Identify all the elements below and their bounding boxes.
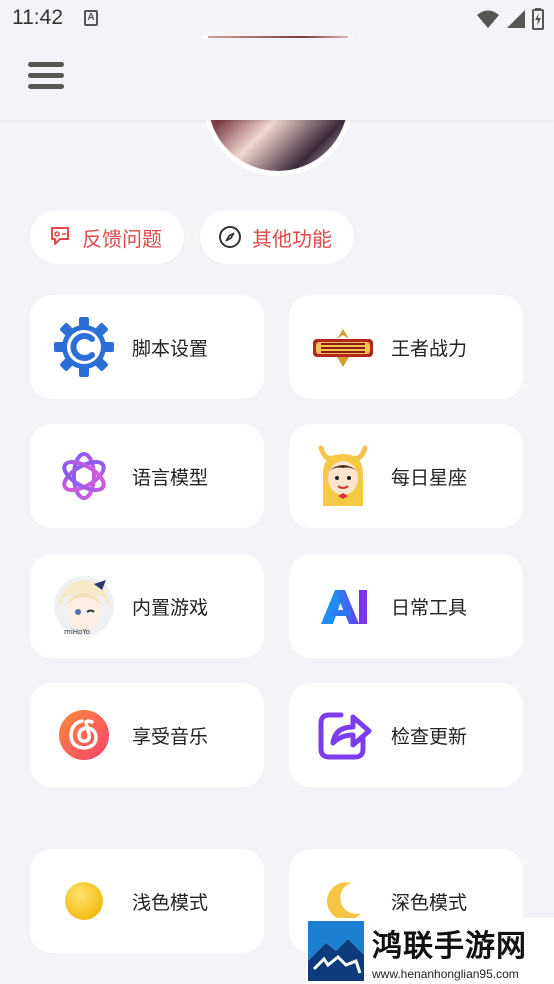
feedback-label: 反馈问题 xyxy=(82,226,162,251)
honor-power-card[interactable]: 王者战力 xyxy=(289,295,523,399)
watermark-url: www.henanhonglian95.com xyxy=(372,967,519,981)
language-model-card[interactable]: 语言模型 xyxy=(30,424,264,528)
app-bar xyxy=(0,38,554,120)
letter-a-logo-icon xyxy=(311,574,375,638)
battery-icon xyxy=(532,8,544,30)
daily-tools-card[interactable]: 日常工具 xyxy=(289,554,523,658)
check-update-label: 检查更新 xyxy=(391,725,468,748)
status-time: 11:42 xyxy=(12,6,63,29)
light-mode-label: 浅色模式 xyxy=(132,891,209,914)
light-mode-card[interactable]: 浅色模式 xyxy=(30,849,264,953)
honor-power-label: 王者战力 xyxy=(391,337,468,360)
feedback-icon xyxy=(51,227,69,245)
honor-of-kings-logo-icon xyxy=(311,315,375,379)
anime-character-icon: miHoYo xyxy=(52,574,116,638)
compass-icon xyxy=(219,226,241,248)
watermark-logo-icon xyxy=(308,921,364,981)
status-bar: 11:42 A xyxy=(0,0,554,38)
sun-icon xyxy=(52,869,116,933)
built-in-games-card[interactable]: miHoYo 内置游戏 xyxy=(30,554,264,658)
share-update-icon xyxy=(311,703,375,767)
daily-horoscope-card[interactable]: 每日星座 xyxy=(289,424,523,528)
dark-mode-label: 深色模式 xyxy=(391,891,468,914)
netease-music-icon xyxy=(52,703,116,767)
language-model-label: 语言模型 xyxy=(132,466,209,489)
other-functions-label: 其他功能 xyxy=(252,226,332,251)
script-settings-card[interactable]: 脚本设置 xyxy=(30,295,264,399)
daily-horoscope-label: 每日星座 xyxy=(391,466,468,489)
watermark-title: 鸿联手游网 xyxy=(372,929,527,964)
script-settings-label: 脚本设置 xyxy=(132,337,209,360)
enjoy-music-label: 享受音乐 xyxy=(132,725,209,748)
check-update-card[interactable]: 检查更新 xyxy=(289,683,523,787)
ai-knot-icon xyxy=(52,444,116,508)
status-icons xyxy=(476,8,544,30)
gear-c-icon xyxy=(52,315,116,379)
built-in-games-label: 内置游戏 xyxy=(132,596,209,619)
menu-icon[interactable] xyxy=(28,62,64,92)
notification-icon: A xyxy=(84,10,98,26)
cartoon-mascot-icon xyxy=(311,444,375,508)
daily-tools-label: 日常工具 xyxy=(391,596,468,619)
signal-icon xyxy=(507,10,525,28)
other-functions-button[interactable]: 其他功能 xyxy=(200,210,354,264)
enjoy-music-card[interactable]: 享受音乐 xyxy=(30,683,264,787)
site-watermark: 鸿联手游网 www.henanhonglian95.com xyxy=(306,918,554,984)
wifi-icon xyxy=(477,10,499,28)
feedback-button[interactable]: 反馈问题 xyxy=(30,210,184,264)
svg-text:miHoYo: miHoYo xyxy=(64,628,90,636)
